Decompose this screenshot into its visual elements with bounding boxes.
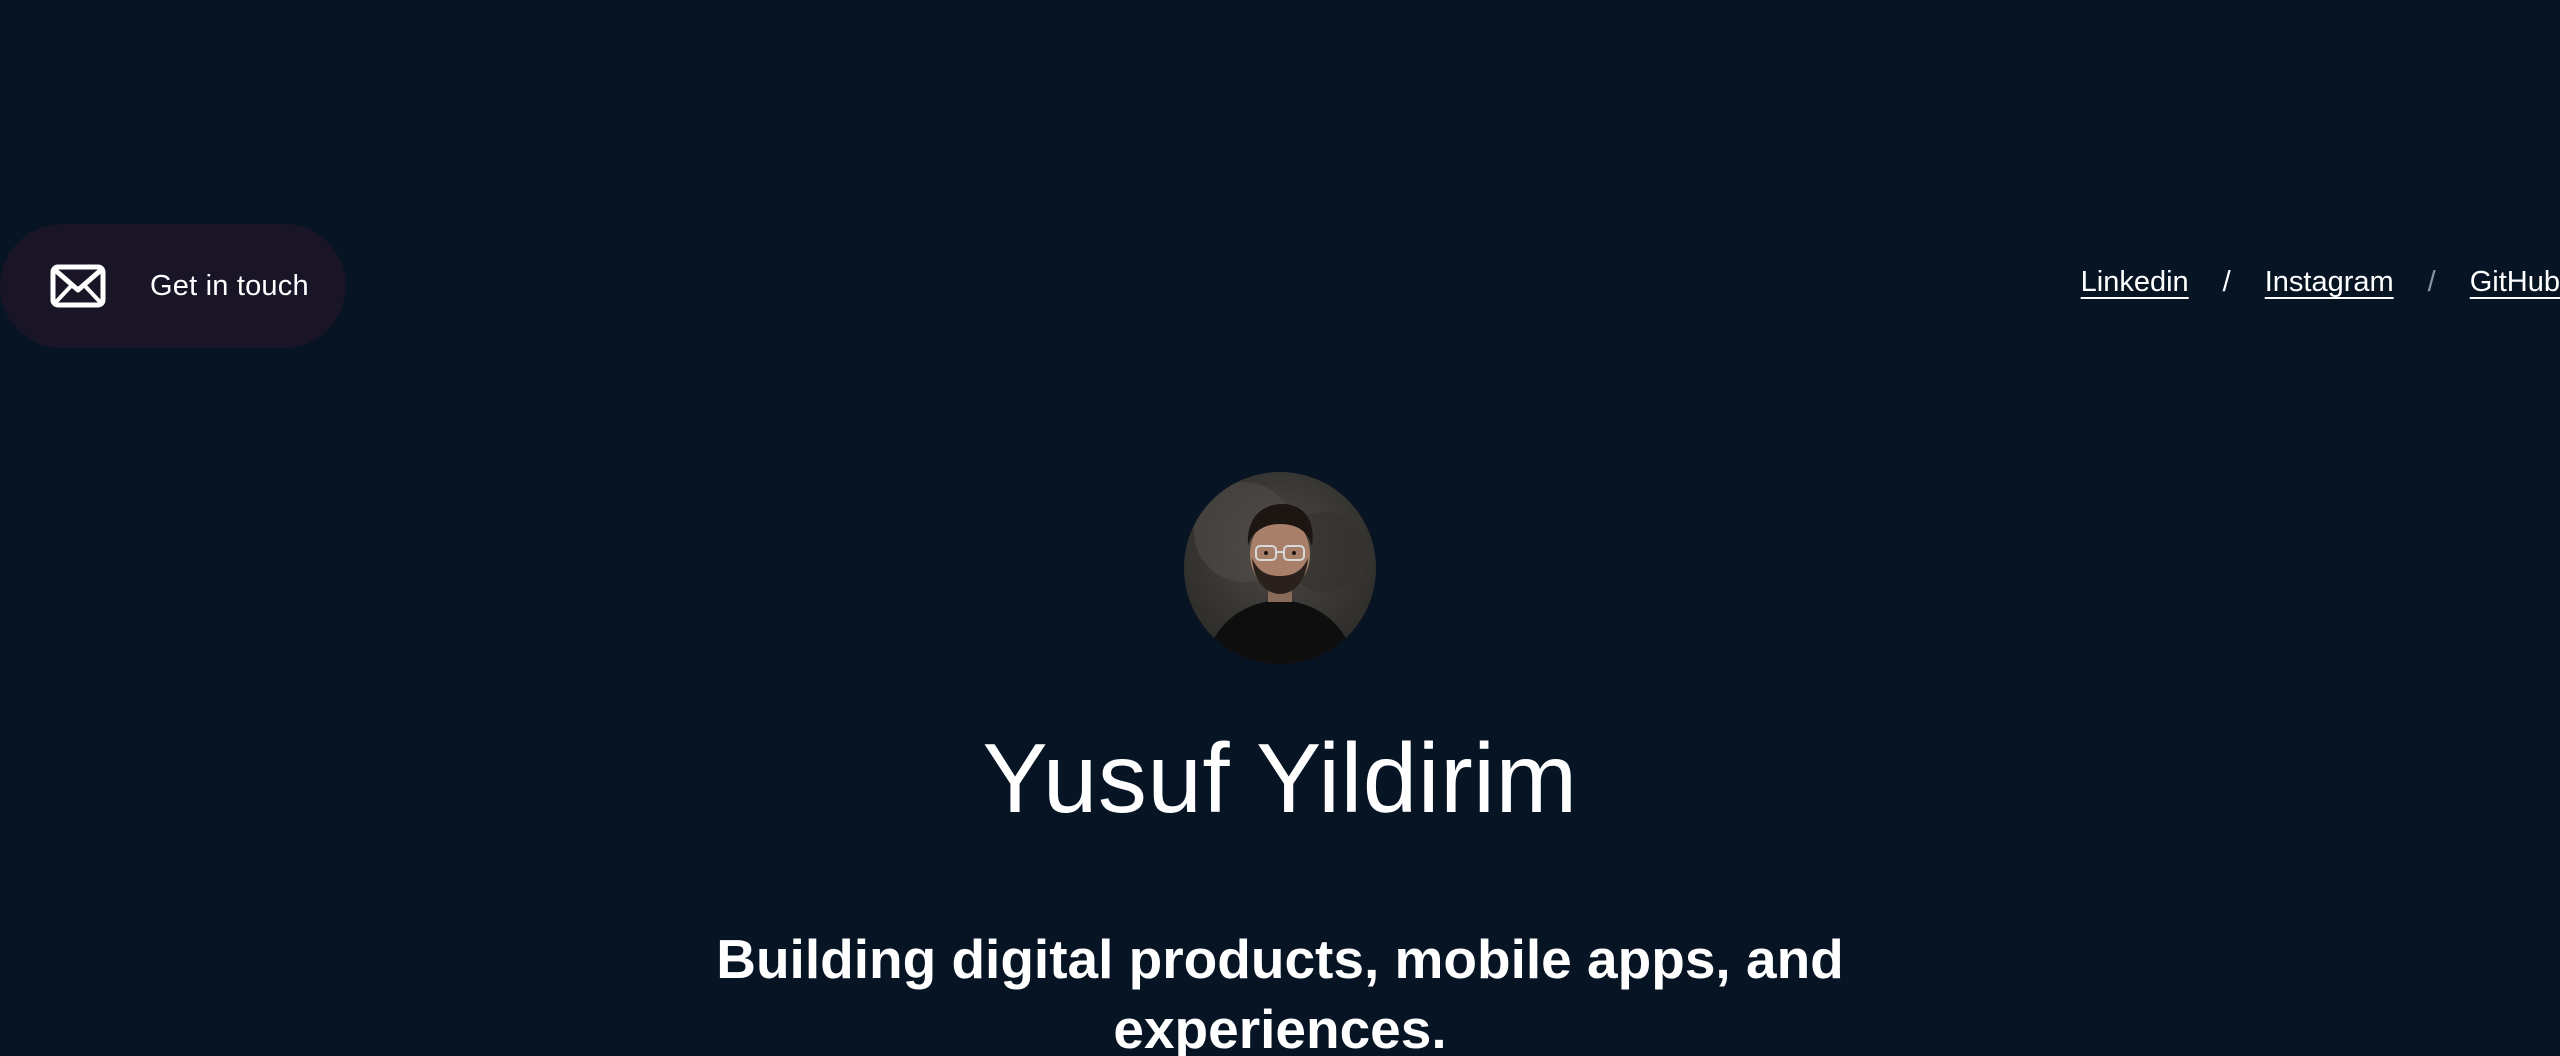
get-in-touch-button[interactable]: Get in touch [0, 224, 346, 348]
portfolio-page: Get in touch Linkedin / Instagram / GitH… [0, 0, 2560, 1056]
tagline: Building digital products, mobile apps, … [716, 928, 1844, 1056]
separator: / [2222, 266, 2231, 298]
avatar [1184, 472, 1376, 664]
avatar-photo-icon [1194, 482, 1364, 664]
profile-name: Yusuf Yildirim [982, 723, 1578, 833]
linkedin-link[interactable]: Linkedin [2081, 266, 2189, 299]
github-link[interactable]: GitHub [2470, 266, 2560, 299]
get-in-touch-label: Get in touch [150, 269, 309, 302]
instagram-link[interactable]: Instagram [2265, 266, 2394, 299]
separator: / [2427, 266, 2436, 298]
mail-icon [50, 264, 106, 308]
social-links: Linkedin / Instagram / GitHub [2081, 266, 2560, 299]
